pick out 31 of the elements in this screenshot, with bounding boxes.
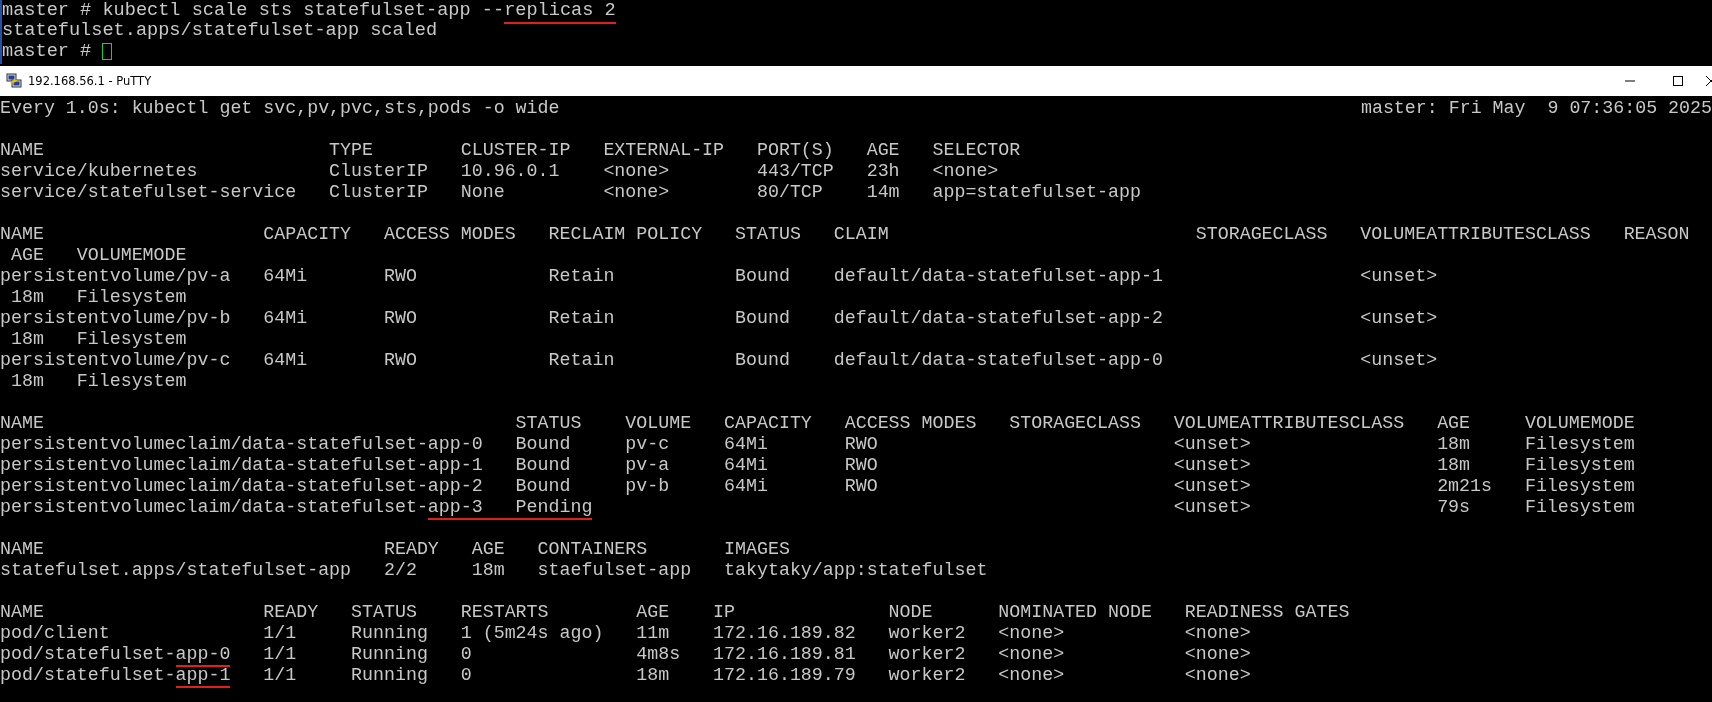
terminal-line: persistentvolume/pv-c 64Mi RWO Retain Bound default/data-statefulset-app-0 <unset> [0,350,1438,371]
terminal-line: master # [2,40,93,62]
terminal-line: service/statefulset-service ClusterIP None <none> 80/TCP 14m app=statefulset-app [0,182,1141,203]
terminal-line: pod/client 1/1 Running 1 (5m24s ago) 11m 172.16.189.82 worker2 <none> <none> [0,623,1251,644]
terminal-line: persistentvolumeclaim/data-statefulset-app-0 Bound pv-c 64Mi RWO <unset> 18m Filesystem [0,434,1635,455]
terminal-line: persistentvolumeclaim/data-statefulset-app-3 Pending <unset> 79s Filesystem [0,497,1635,518]
maximize-icon [1672,75,1684,87]
terminal-line: NAME READY AGE CONTAINERS IMAGES [0,539,790,560]
close-icon [1706,75,1712,87]
terminal-line: master # kubectl scale sts statefulset-app --replicas 2 [2,0,616,21]
terminal-line: NAME STATUS VOLUME CAPACITY ACCESS MODES STORAGECLASS VOLUMEATTRIBUTESCLASS AGE VOLUMEMODE [0,413,1635,434]
terminal-line: NAME TYPE CLUSTER-IP EXTERNAL-IP PORT(S) AGE SELECTOR [0,140,1021,161]
terminal-line: persistentvolume/pv-a 64Mi RWO Retain Bound default/data-statefulset-app-1 <unset> [0,266,1438,287]
terminal-line: service/kubernetes ClusterIP 10.96.0.1 <none> 443/TCP 23h <none> [0,161,999,182]
terminal-line: NAME CAPACITY ACCESS MODES RECLAIM POLICY STATUS CLAIM STORAGECLASS VOLUMEATTRIBUTESCLASS REASON [0,224,1690,245]
host-time: master: Fri May 9 07:36:05 2025 [1360,98,1712,119]
terminal-line: 18m Filesystem [9,329,187,350]
terminal-line: AGE VOLUMEMODE [9,245,187,266]
terminal-line: pod/statefulset-app-1 1/1 Running 0 18m 172.16.189.79 worker2 <none> <none> [0,665,1251,686]
terminal-line: pod/statefulset-app-0 1/1 Running 0 4m8s 172.16.189.81 worker2 <none> <none> [0,644,1251,665]
terminal-line: statefulset.apps/statefulset-app scaled [2,20,438,42]
terminal-line: NAME READY STATUS RESTARTS AGE IP NODE NOMINATED NODE READINESS GATES [0,602,1350,623]
terminal-line: persistentvolumeclaim/data-statefulset-app-1 Bound pv-a 64Mi RWO <unset> 18m Filesystem [0,455,1635,476]
terminal-line: 18m Filesystem [9,287,187,308]
window-title: 192.168.56.1 - PuTTY [28,74,152,88]
computer-icon [6,73,22,89]
terminal-line: persistentvolumeclaim/data-statefulset-app-2 Bound pv-b 64Mi RWO <unset> 2m21s Filesystem [0,476,1635,497]
terminal-line: statefulset.apps/statefulset-app 2/2 18m staefulset-app takytaky/app:statefulset [0,560,988,581]
watch-command: Every 1.0s: kubectl get svc,pv,pvc,sts,pods -o wide [0,98,560,119]
terminal-line: persistentvolume/pv-b 64Mi RWO Retain Bound default/data-statefulset-app-2 <unset> [0,308,1438,329]
terminal-line: 18m Filesystem [9,371,187,392]
